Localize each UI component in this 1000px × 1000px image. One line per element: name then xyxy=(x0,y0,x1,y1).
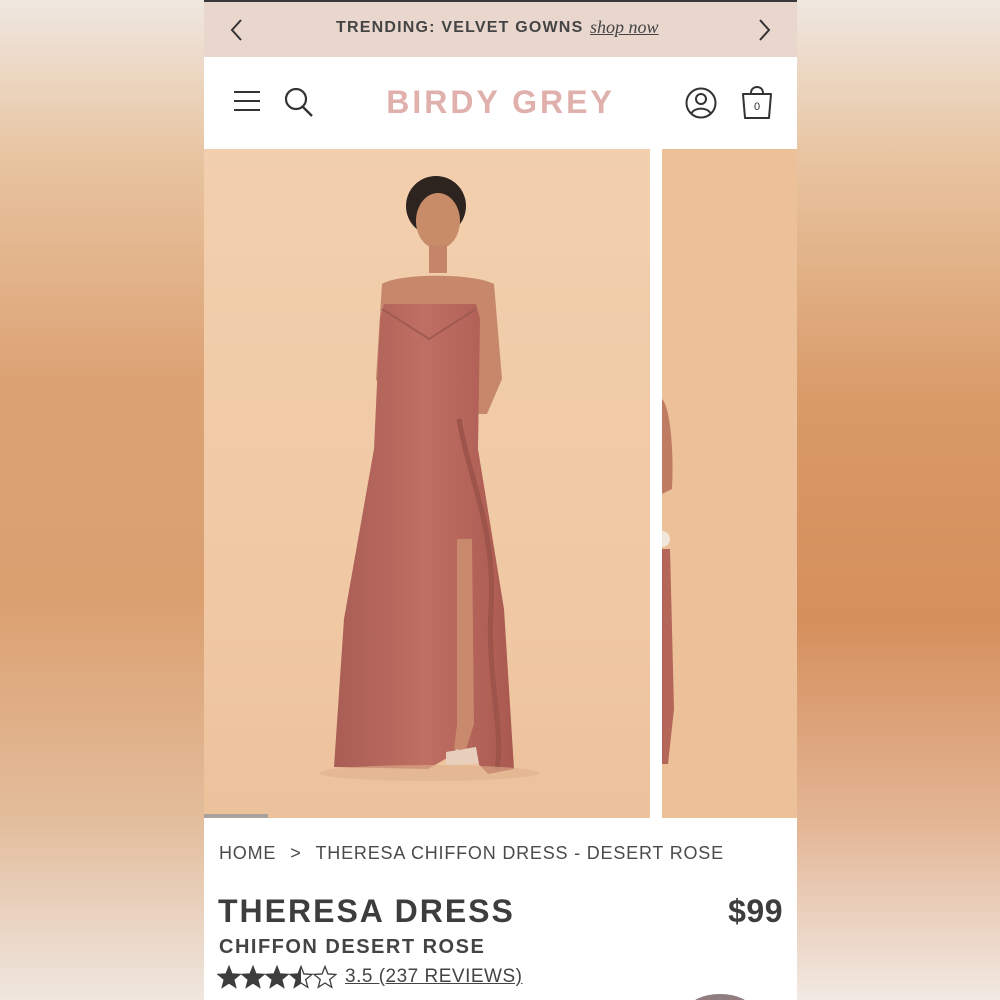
product-image-next[interactable] xyxy=(662,149,797,818)
breadcrumb-current: THERESA CHIFFON DRESS - DESERT ROSE xyxy=(315,843,724,863)
star-rating[interactable] xyxy=(217,965,337,991)
mobile-screen: TRENDING: VELVET GOWNS shop now BIRDY GR… xyxy=(204,0,797,1000)
cart-count: 0 xyxy=(754,101,760,113)
promo-text: TRENDING: VELVET GOWNS xyxy=(336,19,584,36)
product-variant: CHIFFON DESERT ROSE xyxy=(219,936,486,958)
gallery-progress-indicator xyxy=(204,814,268,818)
breadcrumb: HOME > THERESA CHIFFON DRESS - DESERT ROSE xyxy=(219,843,724,864)
product-title: THERESA DRESS xyxy=(218,893,515,929)
site-header: BIRDY GREY 0 xyxy=(204,57,797,149)
chevron-left-icon[interactable] xyxy=(224,15,252,45)
product-price: $99 xyxy=(728,893,783,929)
star-fill xyxy=(266,966,288,988)
shop-now-link[interactable]: shop now xyxy=(590,17,659,38)
star-icon xyxy=(312,965,337,989)
background-blur-right xyxy=(797,0,1000,1000)
account-icon[interactable] xyxy=(685,86,717,120)
background-blur-left xyxy=(0,0,204,1000)
product-image-gallery[interactable] xyxy=(204,149,797,818)
chevron-right-icon[interactable] xyxy=(749,15,777,45)
reviews-link[interactable]: 3.5 (237 REVIEWS) xyxy=(345,966,522,988)
star-fill xyxy=(242,966,264,988)
shopping-bag-icon[interactable]: 0 xyxy=(740,83,774,121)
product-image-main[interactable] xyxy=(204,149,650,818)
breadcrumb-separator: > xyxy=(290,843,302,863)
star-fill xyxy=(218,966,240,988)
promo-banner: TRENDING: VELVET GOWNS shop now xyxy=(204,0,797,57)
breadcrumb-home-link[interactable]: HOME xyxy=(219,843,276,863)
chat-button[interactable] xyxy=(689,994,751,1000)
